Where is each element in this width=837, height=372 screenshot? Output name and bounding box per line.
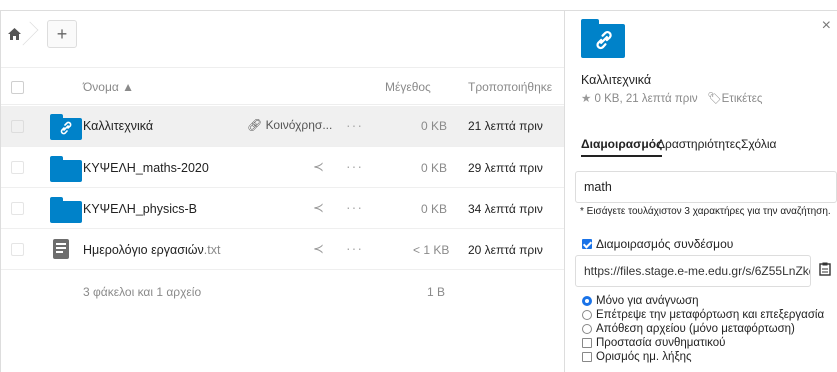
file-size: 0 KB	[421, 119, 448, 133]
share-search-input[interactable]: math	[575, 171, 837, 203]
more-actions-icon[interactable]: ···	[346, 240, 363, 256]
search-hint: * Εισάγετε τουλάχιστον 3 χαρακτήρες για …	[580, 206, 831, 217]
sidebar-title: Καλλιτεχνικά	[581, 73, 652, 87]
file-modified: 21 λεπτά πριν	[468, 119, 543, 133]
list-summary: 3 φάκελοι και 1 αρχείο 1 B	[1, 271, 565, 311]
share-icon[interactable]: ≺	[313, 241, 324, 257]
more-actions-icon[interactable]: ···	[346, 199, 363, 215]
row-checkbox[interactable]	[11, 243, 24, 256]
sort-modified-header[interactable]: Τροποποιήθηκε	[468, 80, 552, 94]
read-only-radio[interactable]	[582, 296, 592, 306]
option-allow-upload-edit[interactable]: Επέτρεψε την μεταφόρτωση και επεξεργασία	[582, 309, 824, 321]
share-icon[interactable]: ≺	[313, 200, 324, 216]
tab-activity[interactable]: Δραστηριότητες	[657, 137, 741, 151]
sidebar-meta: ★ 0 KB, 21 λεπτά πριν	[581, 93, 698, 105]
sort-name-header[interactable]: Όνομα ▲	[83, 80, 134, 94]
table-row[interactable]: ΚΥΨΕΛΗ_physics-B ≺ ··· 0 KB 34 λεπτά πρι…	[1, 188, 565, 229]
option-password-protect[interactable]: Προστασία συνθηματικού	[582, 337, 725, 349]
star-icon[interactable]: ★	[581, 93, 591, 105]
file-name[interactable]: Ημερολόγιο εργασιών.txt	[83, 243, 220, 257]
tags-button[interactable]: 🏷︎Ετικέτες	[707, 91, 762, 105]
link-share-toggle[interactable]: Διαμοιρασμός συνδέσμου	[582, 237, 733, 251]
file-name[interactable]: Καλλιτεχνικά	[83, 119, 153, 133]
share-link-field[interactable]: https://files.stage.e-me.edu.gr/s/6Z55Ln…	[575, 255, 811, 287]
file-modified: 34 λεπτά πριν	[468, 202, 543, 216]
file-size: 0 KB	[421, 202, 448, 216]
link-icon: 🔗︎	[247, 118, 263, 132]
link-share-checkbox[interactable]	[582, 239, 592, 249]
file-size: 0 KB	[421, 161, 448, 175]
select-all-checkbox[interactable]	[11, 81, 24, 94]
more-actions-icon[interactable]: ···	[346, 117, 363, 133]
summary-count: 3 φάκελοι και 1 αρχείο	[83, 285, 202, 299]
more-actions-icon[interactable]: ···	[346, 158, 363, 174]
row-checkbox[interactable]	[11, 161, 24, 174]
option-read-only[interactable]: Μόνο για ανάγνωση	[582, 295, 698, 307]
file-list-panel: + Όνομα ▲ Μέγεθος Τροποποιήθηκε Καλλιτεχ…	[0, 10, 565, 372]
tag-icon: 🏷︎	[707, 93, 722, 105]
sort-size-header[interactable]: Μέγεθος	[385, 80, 431, 94]
folder-icon	[50, 156, 82, 182]
shared-link-indicator[interactable]: 🔗︎ Κοινόχρησ...	[247, 118, 332, 132]
row-checkbox[interactable]	[11, 202, 24, 215]
summary-size: 1 B	[427, 285, 446, 299]
details-sidebar: × Καλλιτεχνικά ★ 0 KB, 21 λεπτά πριν 🏷︎Ε…	[564, 10, 837, 372]
file-name[interactable]: ΚΥΨΕΛΗ_maths-2020	[83, 161, 209, 175]
tab-sharing[interactable]: Διαμοιρασμός	[581, 137, 663, 157]
password-checkbox[interactable]	[582, 338, 592, 348]
link-folder-icon	[50, 114, 82, 140]
tab-comments[interactable]: Σχόλια	[741, 137, 776, 151]
option-file-drop[interactable]: Απόθεση αρχείου (μόνο μεταφόρτωση)	[582, 323, 795, 335]
home-icon[interactable]	[1, 12, 39, 56]
clipboard-icon[interactable]	[819, 262, 831, 279]
plus-icon: +	[56, 23, 68, 44]
share-icon[interactable]: ≺	[313, 159, 324, 175]
file-name[interactable]: ΚΥΨΕΛΗ_physics-B	[83, 202, 197, 216]
file-modified: 20 λεπτά πριν	[468, 243, 543, 257]
option-expiration-date[interactable]: Ορισμός ημ. λήξης	[582, 351, 692, 363]
row-checkbox[interactable]	[11, 120, 24, 133]
table-header: Όνομα ▲ Μέγεθος Τροποποιήθηκε	[1, 67, 565, 105]
text-file-icon	[53, 239, 69, 259]
file-drop-radio[interactable]	[582, 324, 592, 334]
link-folder-icon	[581, 19, 625, 58]
breadcrumb: +	[1, 11, 564, 56]
folder-icon	[50, 197, 82, 223]
file-size: < 1 KB	[413, 243, 450, 257]
file-modified: 29 λεπτά πριν	[468, 161, 543, 175]
upload-edit-radio[interactable]	[582, 310, 592, 320]
expiration-checkbox[interactable]	[582, 352, 592, 362]
new-button[interactable]: +	[47, 19, 77, 48]
close-icon[interactable]: ×	[822, 17, 831, 35]
table-row[interactable]: Καλλιτεχνικά 🔗︎ Κοινόχρησ... ··· 0 KB 21…	[1, 106, 565, 147]
table-row[interactable]: Ημερολόγιο εργασιών.txt ≺ ··· < 1 KB 20 …	[1, 229, 565, 270]
table-row[interactable]: ΚΥΨΕΛΗ_maths-2020 ≺ ··· 0 KB 29 λεπτά πρ…	[1, 147, 565, 188]
